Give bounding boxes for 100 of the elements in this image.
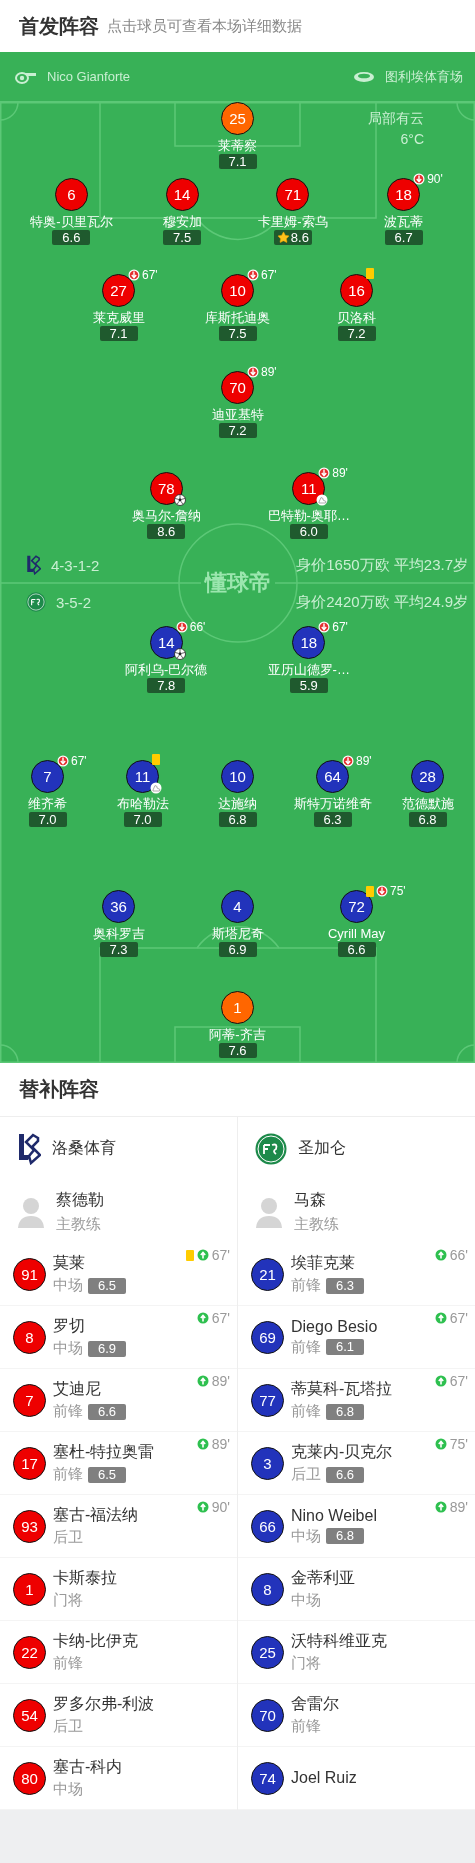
team-value-text: 身价1650万欧 平均23.7岁 [296,555,468,575]
player-number[interactable]: 22 [13,1635,46,1669]
substitution-minute: 67' [261,268,277,282]
player-number[interactable]: 25 [251,1635,284,1669]
substitution-off-icon [128,269,140,281]
player-number[interactable]: 4 [221,890,254,923]
player-number[interactable]: 1 [13,1572,46,1606]
substitution-minute: 67' [142,268,158,282]
team-name: 圣加仑 [298,1138,346,1158]
player-number[interactable]: 91 [13,1257,46,1291]
player-number[interactable]: 27 [102,274,135,307]
section-hint: 点击球员可查看本场详细数据 [107,16,302,36]
player-number[interactable]: 8 [251,1572,284,1606]
player-name: 罗多尔弗-利波 [53,1694,155,1714]
substitution-on-icon [434,1249,447,1261]
player-name: Joel Ruiz [291,1769,357,1787]
player-number[interactable]: 1 [221,991,254,1024]
substitution-off-icon [342,755,354,767]
player-name: 克莱内-贝克尔 [291,1442,393,1462]
player-name: Diego Besio [291,1317,378,1336]
player-name: 艾迪尼 [53,1379,102,1399]
player-position: 前锋 [53,1465,83,1484]
substitution-minute: 89' [356,754,372,768]
player-number[interactable]: 18 [292,626,326,659]
player-rating: 7.2 [337,326,376,341]
player-number[interactable]: 6 [54,178,88,211]
player-number[interactable]: 25 [221,102,254,135]
player-number[interactable]: 17 [13,1446,46,1480]
formation-text: 3-5-2 [56,593,92,611]
player-name: 布哈勒法 [116,795,169,812]
player-rating: 7.6 [218,1043,257,1058]
substitution-minute: 67' [211,1247,230,1263]
team-logo [255,1132,287,1165]
weather-text: 局部有云 [368,110,424,128]
player-number[interactable]: 8 [13,1320,46,1354]
player-position: 后卫 [291,1465,321,1484]
player-number[interactable]: 16 [340,274,373,307]
player-number[interactable]: 78 [149,472,183,505]
substitution-on-icon [196,1438,209,1450]
section-title: 替补阵容 [19,1077,99,1102]
substitution-minute: 89' [332,466,348,480]
player-rating: 8.6 [273,230,312,245]
player-position: 中场 [53,1339,83,1358]
avatar-silhouette [255,1195,283,1228]
player-number[interactable]: 70 [251,1698,284,1732]
player-rating: 7.8 [147,678,186,693]
player-rating: 6.9 [88,1340,126,1357]
player-number[interactable]: 66 [251,1509,284,1543]
substitution-minute: 66' [449,1247,468,1263]
player-number[interactable]: 72 [340,890,373,923]
player-number[interactable]: 21 [251,1257,284,1291]
player-number[interactable]: 71 [276,178,310,211]
player-name: 蒂莫科-瓦塔拉 [291,1379,393,1399]
player-name: 埃菲克莱 [291,1253,356,1273]
player-number[interactable]: 93 [13,1509,46,1543]
player-number[interactable]: 70 [221,371,254,404]
player-name: 卡纳-比伊克 [53,1631,139,1651]
player-position: 门将 [53,1591,83,1610]
player-position: 中场 [291,1591,321,1610]
player-name: 罗切 [53,1316,86,1336]
player-number[interactable]: 74 [251,1761,284,1795]
player-name: 塞杜-特拉奥雷 [53,1442,155,1462]
player-number[interactable]: 7 [31,760,64,793]
team-name: 洛桑体育 [52,1138,116,1158]
player-number[interactable]: 7 [13,1383,46,1417]
substitution-minute: 90' [211,1499,230,1515]
player-position: 后卫 [53,1528,83,1547]
player-number[interactable]: 10 [221,760,254,793]
substitution-on-icon [196,1249,209,1261]
player-number[interactable]: 80 [13,1761,46,1795]
player-number[interactable]: 11 [292,472,326,505]
player-name: 阿蒂-齐吉 [209,1026,266,1043]
substitution-minute: 89' [211,1436,230,1452]
player-number[interactable]: 54 [13,1698,46,1732]
player-number[interactable]: 77 [251,1383,284,1417]
player-name: 波瓦蒂 [384,213,424,230]
player-name: 卡斯泰拉 [53,1568,117,1588]
player-number[interactable]: 36 [102,890,135,923]
team-logo [26,555,41,575]
player-number[interactable]: 3 [251,1446,284,1480]
substitution-off-icon [318,467,331,479]
player-position: 中场 [53,1780,83,1799]
player-number[interactable]: 14 [165,178,199,211]
player-position: 中场 [53,1276,83,1295]
player-rating: 6.0 [289,524,328,539]
player-name: 穆安加 [162,213,202,230]
substitution-minute: 67' [449,1310,468,1326]
player-number[interactable]: 69 [251,1320,284,1354]
substitution-off-icon [57,755,69,767]
substitution-minute: 75' [449,1436,468,1452]
player-number[interactable]: 10 [221,274,254,307]
player-number[interactable]: 64 [316,760,349,793]
player-number[interactable]: 18 [387,178,421,211]
substitution-on-icon [434,1501,447,1513]
substitution-minute: 67' [449,1373,468,1389]
player-number[interactable]: 28 [411,760,444,793]
player-rating: 7.1 [99,326,138,341]
player-rating: 6.8 [326,1528,364,1544]
substitution-minute: 67' [332,620,348,634]
substitution-minute: 67' [71,754,87,768]
